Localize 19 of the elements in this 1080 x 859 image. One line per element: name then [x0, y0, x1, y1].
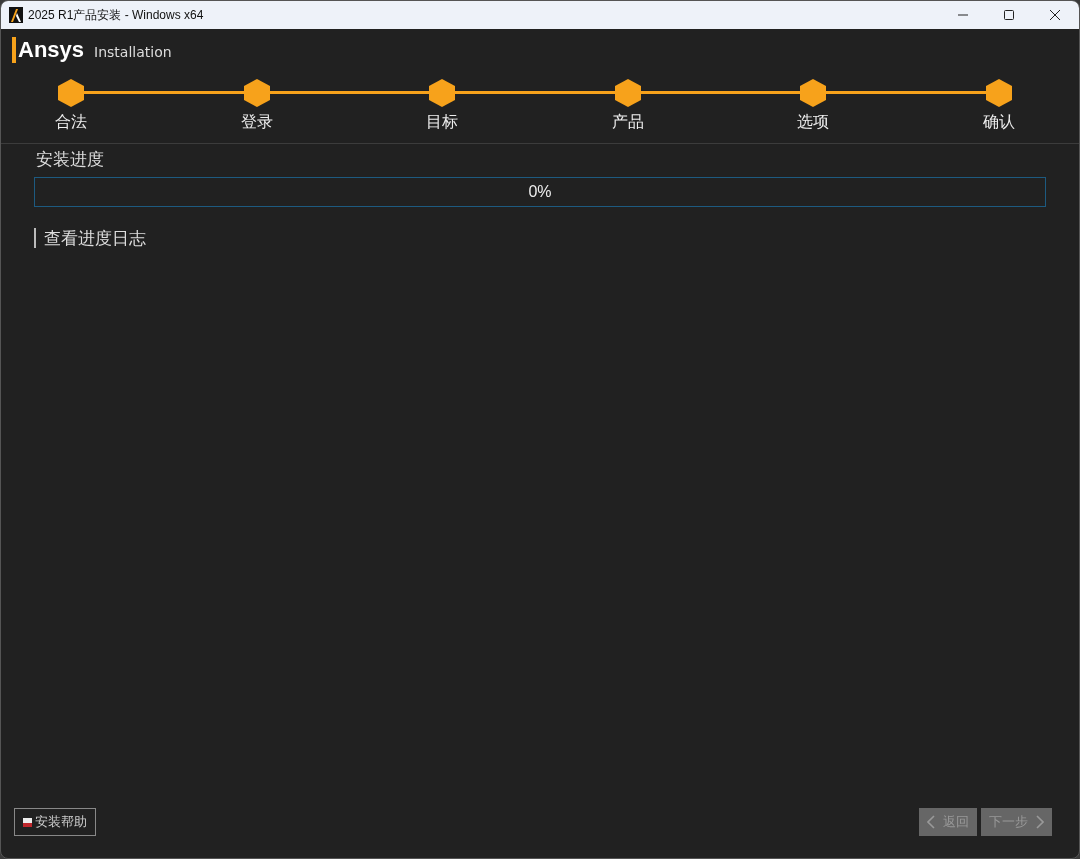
step-label: 登录: [240, 112, 273, 133]
maximize-icon[interactable]: [1003, 9, 1015, 21]
step-label: 确认: [982, 112, 1015, 133]
help-book-icon: [23, 817, 32, 827]
app-icon: [9, 7, 23, 23]
progress-percent: 0%: [528, 183, 552, 201]
window-title: 2025 R1产品安装 - Windows x64: [28, 6, 204, 24]
chevron-left-icon: [927, 815, 935, 829]
step-label: 产品: [611, 112, 644, 133]
header-subtitle: Installation: [94, 44, 172, 60]
install-help-button[interactable]: 安装帮助: [14, 808, 96, 836]
step-label: 目标: [426, 112, 459, 133]
brand-logo: Ansys: [12, 37, 85, 63]
section-title: 安装进度: [36, 148, 105, 171]
step-label: 合法: [55, 112, 87, 133]
close-icon[interactable]: [1049, 9, 1061, 21]
progress-log-link[interactable]: 查看进度日志: [34, 228, 146, 248]
chevron-right-icon: [1036, 815, 1044, 829]
step-label: 选项: [797, 112, 830, 133]
